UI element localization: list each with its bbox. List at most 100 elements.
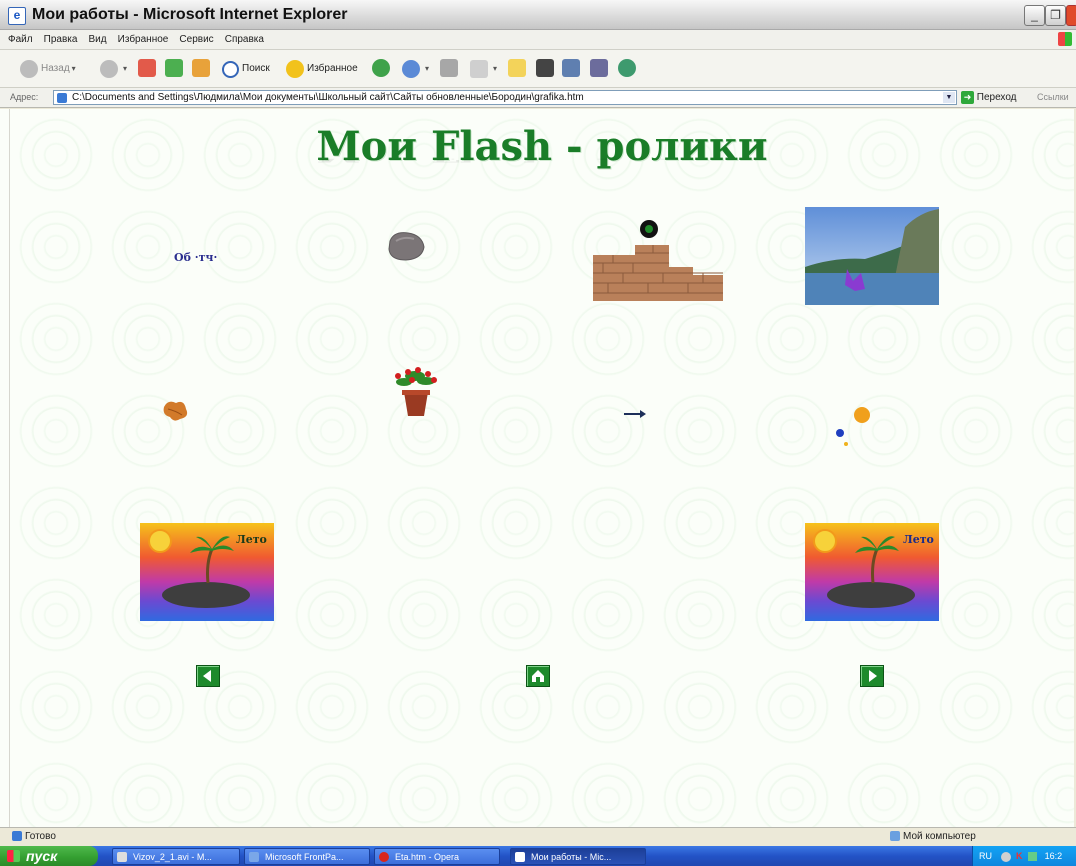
summer-island-thumb-right[interactable]: Лето — [805, 523, 939, 621]
prev-arrow-icon — [203, 670, 211, 682]
task-ie-active[interactable]: Мои работы - Mic... — [510, 848, 646, 865]
maximize-button[interactable]: ❐ — [1045, 5, 1066, 26]
next-button[interactable] — [860, 665, 884, 687]
text-animation-thumb[interactable]: Об ·тч· — [170, 244, 240, 270]
address-label: Адрес: — [10, 92, 39, 102]
messenger-icon — [562, 59, 580, 78]
addon-button[interactable] — [618, 59, 639, 79]
next-arrow-icon — [869, 670, 877, 682]
home-icon — [192, 59, 210, 78]
favorites-button[interactable]: Избранное — [286, 59, 358, 79]
status-ready: Готово — [12, 831, 56, 842]
windows-flag-icon — [7, 850, 20, 862]
folder-button[interactable] — [508, 59, 529, 79]
search-button[interactable]: Поиск — [222, 59, 270, 79]
kaspersky-tray-icon[interactable]: K — [1016, 846, 1023, 866]
frontpage-icon — [249, 852, 259, 862]
system-tray: RU K 16:2 — [972, 846, 1076, 866]
menu-help[interactable]: Справка — [225, 34, 264, 45]
web-page: Мои Flash - ролики Мои Flash - ролики Об… — [10, 109, 1074, 827]
ie-icon — [515, 852, 525, 862]
taskbar: пуск Vizov_2_1.avi - M... Microsoft Fron… — [0, 846, 1076, 866]
page-done-icon — [12, 831, 22, 842]
task-frontpage[interactable]: Microsoft FrontPa... — [244, 848, 370, 865]
my-computer-icon — [890, 831, 900, 842]
stop-button[interactable] — [138, 59, 159, 79]
history-button[interactable] — [372, 59, 393, 79]
back-arrow-icon — [20, 60, 38, 78]
history-icon — [372, 59, 390, 78]
thumb-caption: Лето — [903, 533, 934, 546]
menu-tools[interactable]: Сервис — [179, 34, 213, 45]
address-value: C:\Documents and Settings\Людмила\Мои до… — [72, 92, 584, 103]
brick-wall-ball-thumb[interactable] — [593, 217, 723, 301]
status-bar: Готово Мой компьютер — [0, 827, 1076, 846]
forward-arrow-icon — [100, 60, 118, 78]
home-icon — [532, 670, 544, 682]
menu-edit[interactable]: Правка — [44, 34, 78, 45]
folder-icon — [508, 59, 526, 78]
kaspersky-icon — [536, 59, 554, 78]
menu-file[interactable]: Файл — [8, 34, 33, 45]
stop-icon — [138, 59, 156, 78]
title-bar: e Мои работы - Microsoft Internet Explor… — [0, 0, 1076, 30]
menu-bar: Файл Правка Вид Избранное Сервис Справка — [0, 30, 1076, 50]
home-button[interactable] — [192, 59, 213, 79]
sea-landscape-thumb[interactable] — [805, 207, 939, 305]
planets-thumb[interactable] — [832, 403, 874, 449]
address-dropdown-icon[interactable]: ▼ — [943, 92, 955, 103]
close-button[interactable] — [1066, 5, 1076, 26]
language-indicator[interactable]: RU — [979, 851, 992, 861]
prev-button[interactable] — [196, 665, 220, 687]
summer-island-thumb-left[interactable]: Лето — [140, 523, 274, 621]
page-icon — [57, 93, 67, 103]
thumb-caption: Лето — [236, 533, 267, 546]
menu-view[interactable]: Вид — [89, 34, 107, 45]
flower-pot-thumb[interactable] — [388, 364, 444, 420]
network-icon[interactable] — [1000, 851, 1011, 862]
research-button[interactable] — [590, 59, 611, 79]
task-opera[interactable]: Eta.htm - Opera — [374, 848, 500, 865]
go-button[interactable]: ➜ Переход — [961, 91, 1017, 105]
home-nav-button[interactable] — [526, 665, 550, 687]
research-icon — [590, 59, 608, 78]
task-media-player[interactable]: Vizov_2_1.avi - M... — [112, 848, 240, 865]
window-title: Мои работы - Microsoft Internet Explorer — [32, 6, 348, 23]
leaf-thumb[interactable] — [160, 397, 192, 425]
refresh-button[interactable] — [165, 59, 186, 79]
refresh-icon — [165, 59, 183, 78]
opera-icon — [379, 852, 389, 862]
addon-icon — [618, 59, 636, 78]
rock-thumb[interactable] — [384, 227, 428, 265]
security-zone: Мой компьютер — [890, 831, 976, 842]
minimize-button[interactable]: _ — [1024, 5, 1045, 26]
address-bar: Адрес: C:\Documents and Settings\Людмила… — [0, 88, 1076, 108]
go-arrow-icon: ➜ — [961, 91, 974, 104]
heading-reflection: Мои Flash - ролики — [10, 159, 1074, 165]
windows-logo-icon — [1058, 32, 1072, 46]
ie-page-icon[interactable]: e — [8, 7, 26, 25]
back-button[interactable]: Назад ▾ — [20, 59, 76, 79]
mail-icon — [402, 60, 420, 78]
kaspersky-button[interactable] — [536, 59, 557, 79]
links-label[interactable]: Ссылки — [1037, 92, 1069, 102]
menu-favorites[interactable]: Избранное — [118, 34, 169, 45]
arrow-thumb[interactable] — [622, 407, 650, 421]
star-icon — [286, 60, 304, 78]
clock[interactable]: 16:2 — [1045, 851, 1063, 861]
tray-app-icon[interactable] — [1028, 852, 1038, 862]
toolbar: Назад ▾ ▾ Поиск Избранное ▾ ▾ — [0, 50, 1076, 88]
forward-button[interactable]: ▾ — [100, 59, 127, 79]
print-button[interactable] — [440, 59, 461, 79]
thumb-text: Об ·тч· — [174, 251, 217, 264]
mail-button[interactable]: ▾ — [402, 59, 429, 79]
print-icon — [440, 59, 458, 78]
address-input[interactable]: C:\Documents and Settings\Людмила\Мои до… — [53, 90, 957, 105]
edit-button[interactable]: ▾ — [470, 59, 497, 79]
page-left-margin — [0, 109, 10, 827]
media-player-icon — [117, 852, 127, 862]
edit-icon — [470, 60, 488, 78]
messenger-button[interactable] — [562, 59, 583, 79]
search-icon — [222, 60, 239, 78]
start-button[interactable]: пуск — [0, 846, 98, 866]
